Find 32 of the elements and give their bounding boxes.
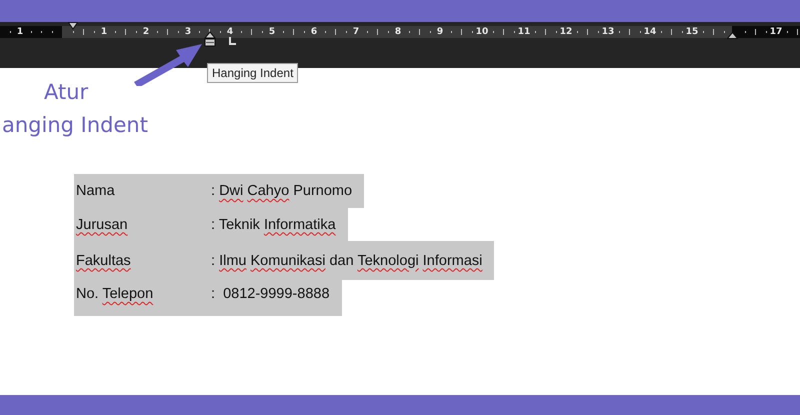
ruler-number: 4	[226, 26, 234, 38]
field-value: : Teknik Informatika	[211, 216, 336, 232]
ruler-number: 13	[602, 26, 614, 38]
ruler-number: 14	[644, 26, 656, 38]
ruler-number: 7	[352, 26, 360, 38]
field-label: Fakultas	[76, 252, 132, 268]
ruler-number: 10	[476, 26, 488, 38]
tooltip: Hanging Indent	[207, 63, 298, 83]
tab-stop-icon[interactable]	[228, 37, 237, 46]
annotation-text: anging Indent	[1, 112, 149, 139]
field-label: Nama	[76, 183, 116, 199]
field-value: : Dwi Cahyo Purnomo	[211, 183, 352, 199]
ruler-number: 6	[310, 26, 318, 38]
ruler-number: 12	[560, 26, 572, 38]
ruler-number: 15	[686, 26, 698, 38]
ruler-number: 17	[770, 26, 782, 38]
ruler-number: 8	[394, 26, 402, 38]
ruler-number: 1	[16, 26, 24, 38]
ruler-number: 5	[268, 26, 276, 38]
ruler-number: 11	[518, 26, 530, 38]
ruler-number: 2	[142, 26, 150, 38]
field-value: : Ilmu Komunikasi dan Teknologi Informasi	[211, 252, 482, 268]
field-value: : 0812-9999-8888	[211, 286, 330, 302]
field-label: No. Telepon	[76, 286, 154, 302]
right-indent-icon[interactable]	[727, 32, 738, 39]
ruler-number: 3	[184, 26, 192, 38]
hanging-indent-icon[interactable]	[204, 31, 216, 47]
ruler[interactable]: 1 1 2 3 4 5 6 7 8 9 10 11 12 13 14 15 17	[0, 26, 800, 38]
field-label: Jurusan	[76, 216, 129, 232]
ruler-number: 9	[436, 26, 444, 38]
ruler-number: 1	[100, 26, 108, 38]
annotation-text: Atur	[43, 79, 90, 106]
